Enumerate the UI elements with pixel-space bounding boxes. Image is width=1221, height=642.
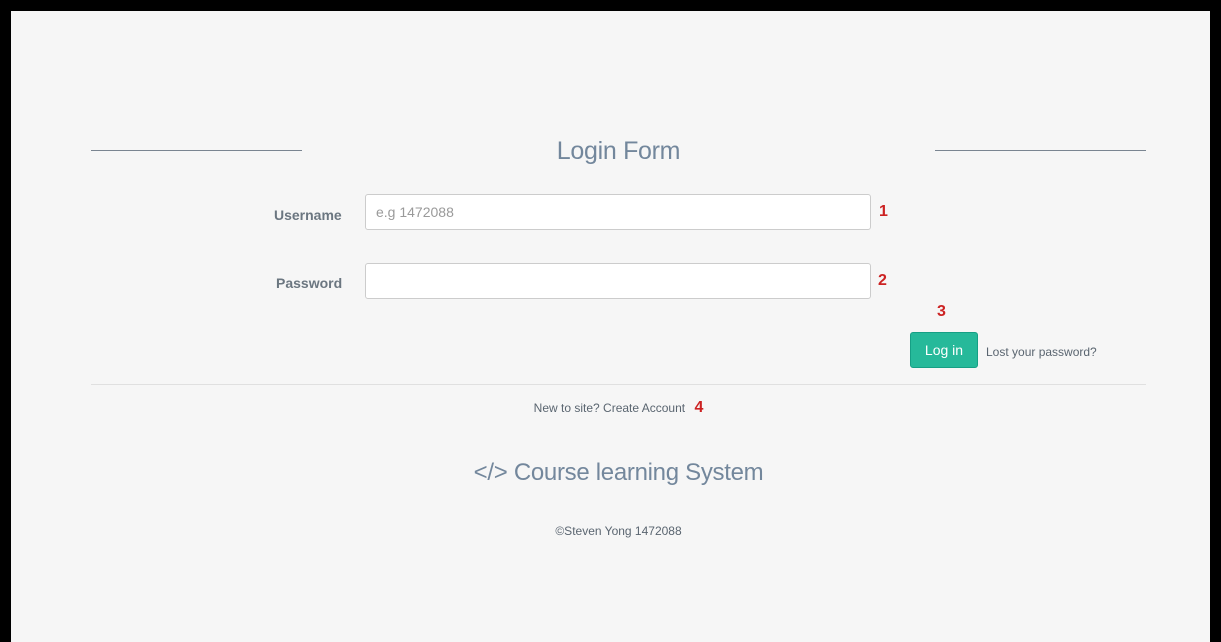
annotation-marker-2: 2 bbox=[878, 272, 887, 289]
create-account-link[interactable]: Create Account bbox=[603, 401, 685, 415]
signup-prompt-text: New to site? bbox=[533, 401, 600, 415]
site-brand: </> Course learning System bbox=[473, 459, 764, 486]
signup-prompt-row: New to site? Create Account 4 bbox=[91, 399, 1146, 417]
password-input[interactable] bbox=[365, 263, 871, 299]
username-label: Username bbox=[274, 207, 342, 223]
login-button[interactable]: Log in bbox=[910, 332, 978, 368]
annotation-marker-4: 4 bbox=[694, 399, 704, 416]
page-title: Login Form bbox=[556, 137, 681, 165]
annotation-marker-3: 3 bbox=[937, 303, 946, 320]
login-form-header: Login Form bbox=[91, 136, 1146, 176]
title-divider-right bbox=[935, 150, 1146, 151]
copyright-text: ©Steven Yong 1472088 bbox=[555, 524, 682, 538]
username-input[interactable] bbox=[365, 194, 871, 230]
password-label: Password bbox=[276, 275, 343, 291]
lost-password-link[interactable]: Lost your password? bbox=[986, 345, 1097, 359]
separator bbox=[91, 384, 1146, 385]
annotation-marker-1: 1 bbox=[879, 203, 888, 220]
screen: Login Form Username 1 Password 2 3 Log i… bbox=[11, 11, 1210, 642]
